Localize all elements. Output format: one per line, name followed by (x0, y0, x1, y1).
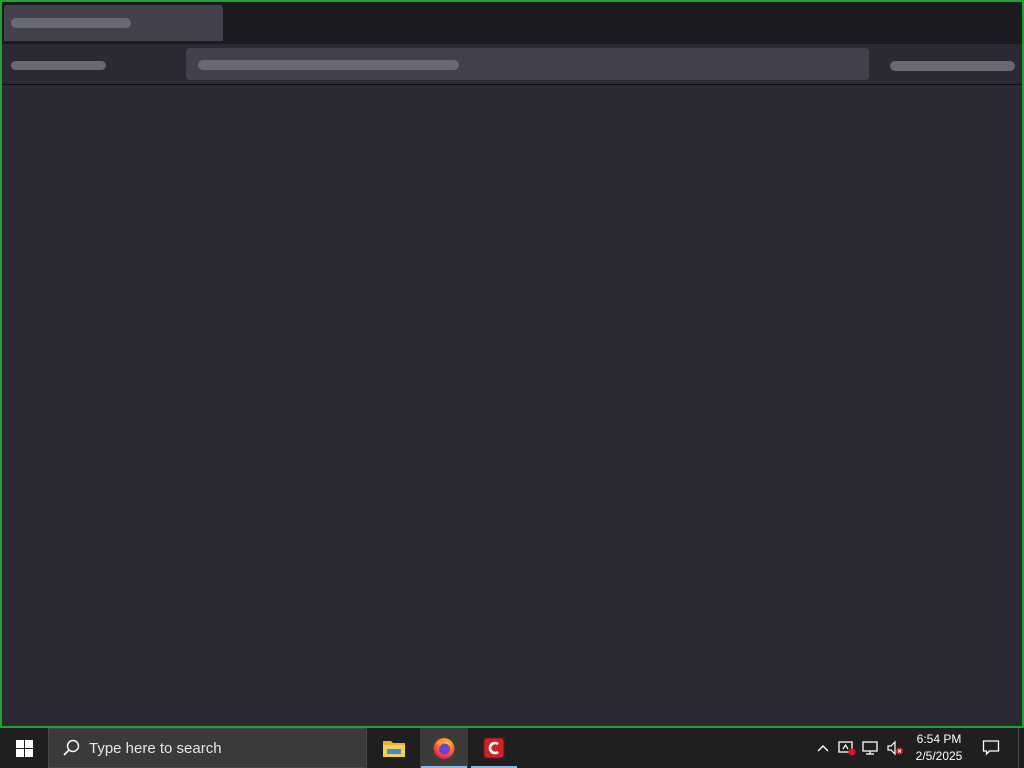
notification-icon (982, 740, 1000, 756)
security-alert-icon (838, 741, 856, 756)
tray-security-icon[interactable] (836, 728, 858, 768)
clock-date: 2/5/2025 (915, 749, 963, 763)
show-desktop-button[interactable] (1018, 728, 1024, 768)
tab-bar (2, 2, 1022, 44)
action-center-button[interactable] (976, 728, 1006, 768)
firefox-icon (433, 738, 455, 759)
page-content (2, 86, 1022, 726)
clock-time: 6:54 PM (916, 732, 962, 746)
search-icon (53, 739, 89, 757)
tray-network-icon[interactable] (860, 728, 882, 768)
tab-title-placeholder (11, 18, 131, 28)
taskbar-app-file-explorer[interactable] (370, 728, 418, 768)
address-bar[interactable] (186, 48, 869, 80)
folder-icon (383, 741, 405, 757)
address-text-placeholder (198, 60, 459, 70)
volume-muted-icon (887, 740, 903, 756)
tray-volume-icon[interactable] (884, 728, 906, 768)
browser-tab[interactable] (4, 5, 223, 41)
start-button[interactable] (0, 728, 48, 768)
taskbar: Type here to search 6:54 PM 2/5/2025 (0, 728, 1024, 768)
taskbar-app-ccleaner[interactable] (470, 728, 518, 768)
toolbar-actions-placeholder[interactable] (890, 61, 1015, 71)
search-placeholder: Type here to search (89, 739, 222, 757)
taskbar-search-box[interactable]: Type here to search (48, 728, 367, 768)
system-clock[interactable]: 6:54 PM 2/5/2025 (908, 728, 970, 768)
nav-buttons-placeholder[interactable] (11, 61, 106, 70)
navigation-toolbar (2, 44, 1022, 85)
chevron-up-icon (817, 745, 829, 752)
taskbar-app-firefox[interactable] (420, 728, 468, 768)
network-icon (862, 741, 878, 755)
ccleaner-icon (483, 737, 505, 759)
show-hidden-icons-button[interactable] (812, 728, 834, 768)
windows-icon (15, 739, 33, 757)
browser-window (0, 0, 1024, 728)
